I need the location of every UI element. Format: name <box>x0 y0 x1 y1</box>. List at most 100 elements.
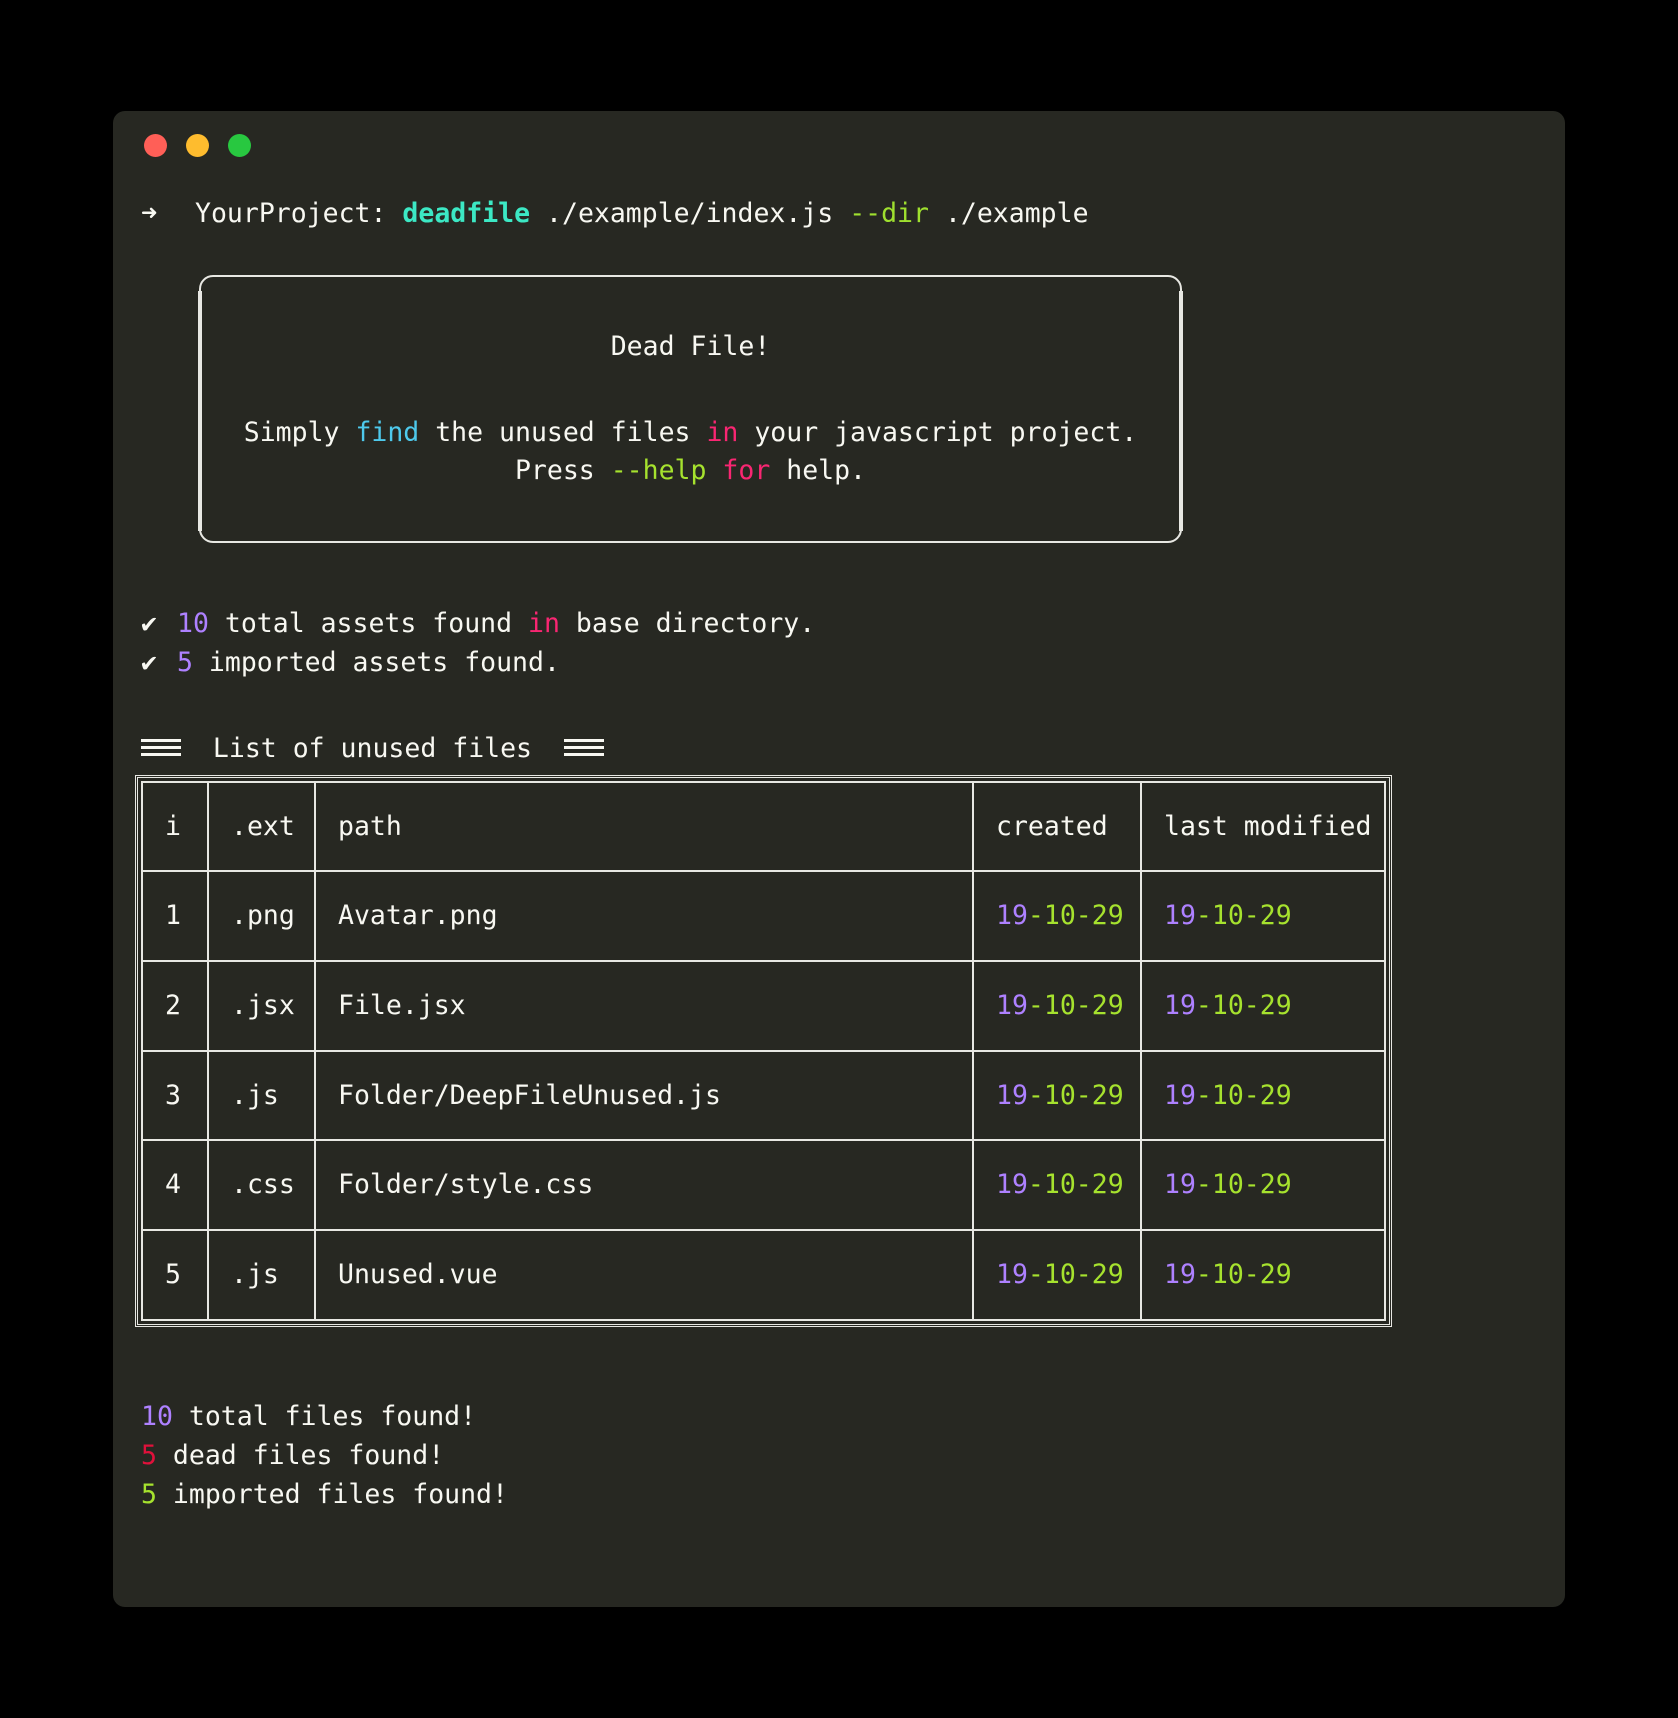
column-header-index: i <box>141 780 209 873</box>
cell-ext: .js <box>207 1228 316 1321</box>
terminal-output: ➜ YourProject: deadfile ./example/index.j… <box>113 195 1565 1524</box>
menu-lines-icon-left <box>141 735 181 760</box>
summary-dead-count: 5 <box>141 1439 157 1471</box>
created-year: 19 <box>996 1258 1028 1290</box>
cell-index: 1 <box>141 870 209 963</box>
prompt-arrow-icon: ➜ <box>141 198 158 229</box>
summary-line-imported: 5 imported files found! <box>141 1475 1537 1514</box>
table-row: 1 .png Avatar.png 19-10-29 19-10-29 <box>141 870 1386 963</box>
cell-ext: .png <box>207 870 316 963</box>
cell-path: Folder/DeepFileUnused.js <box>314 1049 974 1142</box>
banner-description-line: Simply find the unused files in your jav… <box>244 414 1137 452</box>
created-monthday: -10-29 <box>1027 900 1124 932</box>
asset-summary-checks: ✔ 10 total assets found in base directory… <box>141 605 1537 683</box>
modified-year: 19 <box>1164 990 1196 1022</box>
header-space-left <box>181 733 213 764</box>
table-row: 4 .css Folder/style.css 19-10-29 19-10-2… <box>141 1139 1386 1231</box>
summary-footer: 10 total files found! 5 dead files found… <box>141 1397 1537 1525</box>
cell-path: Avatar.png <box>314 870 974 963</box>
space-3 <box>833 195 849 233</box>
cell-created: 19-10-29 <box>972 1049 1142 1142</box>
command-line[interactable]: ➜ YourProject: deadfile ./example/index.j… <box>141 195 1537 233</box>
command-flag-value: ./example <box>944 198 1089 229</box>
table-header-row: i .ext path created last modified <box>141 780 1386 873</box>
menu-lines-icon-right <box>563 735 604 760</box>
banner-text-c: your javascript project. <box>738 416 1138 448</box>
summary-imported-count: 5 <box>141 1479 157 1511</box>
summary-dead-label: dead files found! <box>156 1439 445 1471</box>
screenshot-root: ➜ YourProject: deadfile ./example/index.j… <box>0 0 1678 1718</box>
cell-last-modified: 19-10-29 <box>1140 1139 1386 1231</box>
table-row: 2 .jsx File.jsx 19-10-29 19-10-29 <box>141 960 1386 1052</box>
command-flag: --dir <box>849 198 929 229</box>
banner-text-b: the unused files <box>419 416 707 448</box>
maximize-window-button[interactable] <box>228 133 251 157</box>
check-icon: ✔ <box>141 608 157 640</box>
created-monthday: -10-29 <box>1027 1258 1124 1290</box>
banner-help-text: help. <box>770 455 867 487</box>
created-monthday: -10-29 <box>1027 1079 1124 1111</box>
check-line-imported-assets: ✔ 5 imported assets found. <box>141 644 1537 683</box>
intro-banner: Dead File! Simply find the unused files … <box>198 275 1183 544</box>
cell-created: 19-10-29 <box>972 960 1142 1052</box>
summary-imported-label: imported files found! <box>156 1479 508 1511</box>
imported-assets-text: imported assets found. <box>192 647 560 679</box>
modified-year: 19 <box>1164 900 1196 932</box>
modified-monthday: -10-29 <box>1195 1079 1292 1111</box>
command-arg-entry: ./example/index.js <box>546 198 834 229</box>
modified-monthday: -10-29 <box>1195 900 1292 932</box>
banner-wrapper: Dead File! Simply find the unused files … <box>141 275 1537 544</box>
header-space-right <box>532 733 564 764</box>
column-header-last-modified: last modified <box>1140 780 1386 873</box>
total-assets-text-a: total assets found <box>208 608 529 640</box>
summary-total-count: 10 <box>141 1400 173 1432</box>
space-1 <box>386 195 402 233</box>
created-monthday: -10-29 <box>1027 990 1124 1022</box>
space-4 <box>929 195 945 233</box>
banner-keyword-find: find <box>355 416 420 448</box>
table-row: 5 .js Unused.vue 19-10-29 19-10-29 <box>141 1228 1386 1321</box>
imported-assets-count: 5 <box>177 647 193 679</box>
total-assets-text-b: base directory. <box>559 608 816 640</box>
section-title: List of unused files <box>212 733 533 765</box>
column-header-path: path <box>314 780 974 873</box>
summary-total-label: total files found! <box>172 1400 477 1432</box>
cell-path: Folder/style.css <box>314 1139 974 1231</box>
modified-year: 19 <box>1164 1258 1196 1290</box>
total-assets-count: 10 <box>177 608 209 640</box>
cell-index: 5 <box>141 1228 209 1321</box>
created-year: 19 <box>996 1169 1028 1201</box>
close-window-button[interactable] <box>144 133 167 157</box>
created-year: 19 <box>996 1079 1028 1111</box>
modified-year: 19 <box>1164 1169 1196 1201</box>
created-monthday: -10-29 <box>1027 1169 1124 1201</box>
cell-index: 3 <box>141 1049 209 1142</box>
banner-space <box>706 455 722 486</box>
modified-monthday: -10-29 <box>1195 1169 1292 1201</box>
cell-last-modified: 19-10-29 <box>1140 1049 1386 1142</box>
banner-help-line: Press --help for help. <box>515 452 866 490</box>
command-name: deadfile <box>402 198 531 229</box>
cell-last-modified: 19-10-29 <box>1140 870 1386 963</box>
cell-path: File.jsx <box>314 960 974 1052</box>
cell-created: 19-10-29 <box>972 1228 1142 1321</box>
summary-line-dead: 5 dead files found! <box>141 1436 1537 1475</box>
cell-last-modified: 19-10-29 <box>1140 960 1386 1052</box>
summary-line-total: 10 total files found! <box>141 1397 1537 1436</box>
cell-index: 2 <box>141 960 209 1052</box>
minimize-window-button[interactable] <box>186 133 209 157</box>
created-year: 19 <box>996 900 1028 932</box>
cell-ext: .jsx <box>207 960 316 1052</box>
banner-title: Dead File! <box>610 331 771 363</box>
banner-keyword-in: in <box>706 416 739 448</box>
banner-press-text: Press <box>514 455 611 487</box>
cell-ext: .js <box>207 1049 316 1142</box>
cell-created: 19-10-29 <box>972 870 1142 963</box>
modified-year: 19 <box>1164 1079 1196 1111</box>
cell-path: Unused.vue <box>314 1228 974 1321</box>
terminal-window: ➜ YourProject: deadfile ./example/index.j… <box>113 111 1565 1607</box>
column-header-created: created <box>972 780 1142 873</box>
banner-keyword-for: for <box>722 455 771 487</box>
table-row: 3 .js Folder/DeepFileUnused.js 19-10-29 … <box>141 1049 1386 1142</box>
cell-created: 19-10-29 <box>972 1139 1142 1231</box>
